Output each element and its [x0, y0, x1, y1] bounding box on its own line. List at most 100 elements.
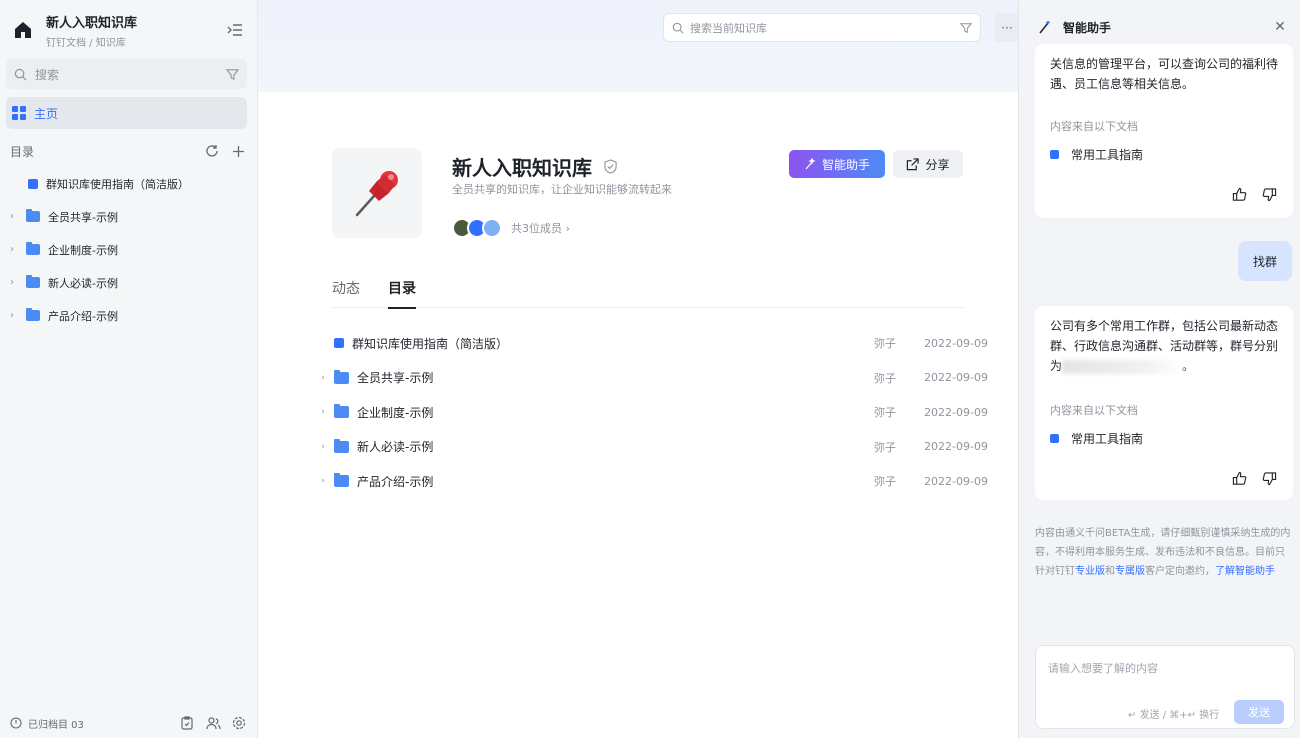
more-button[interactable]: ···: [994, 13, 1020, 42]
share-label: 分享: [925, 157, 950, 172]
thumbs-down-icon[interactable]: [1261, 186, 1277, 202]
settings-icon[interactable]: [231, 715, 247, 731]
doc-icon: [334, 338, 344, 349]
tab-directory[interactable]: 目录: [388, 268, 416, 309]
doc-icon: [1050, 150, 1059, 159]
send-button[interactable]: 发送: [1234, 700, 1284, 724]
refresh-icon[interactable]: [205, 144, 219, 158]
home-icon[interactable]: [12, 19, 34, 41]
message-text: 公司有多个常用工作群，包括公司最新动态群、行政信息沟通群、活动群等，群号分别为。: [1050, 316, 1278, 376]
share-button[interactable]: 分享: [893, 150, 963, 178]
item-owner: 弥子: [874, 440, 896, 454]
folder-icon: [26, 275, 40, 288]
item-date: 2022-09-09: [924, 405, 988, 419]
sidebar-item-home[interactable]: 主页: [6, 97, 247, 129]
kb-search-input[interactable]: 搜索当前知识库: [663, 13, 981, 42]
item-owner: 弥子: [874, 406, 896, 420]
archived-label[interactable]: 已归档目 03: [28, 716, 169, 731]
chevron-right-icon[interactable]: ›: [316, 476, 330, 486]
magic-wand-icon: [805, 158, 816, 170]
chevron-right-icon[interactable]: ›: [10, 310, 20, 321]
kb-description: 全员共享的知识库，让企业知识能够流转起来: [452, 183, 672, 196]
pushpin-icon: [355, 171, 398, 217]
tree-item-folder[interactable]: › 企业制度-示例: [0, 233, 257, 266]
tab-activity[interactable]: 动态: [332, 268, 360, 308]
item-owner: 弥子: [874, 337, 896, 351]
breadcrumb[interactable]: 钉钉文档 / 知识库: [46, 34, 225, 49]
source-doc-link[interactable]: 常用工具指南: [1050, 430, 1278, 447]
source-doc-link[interactable]: 常用工具指南: [1050, 146, 1278, 163]
search-icon: [14, 68, 27, 80]
kb-cover: [332, 148, 422, 238]
source-label: 内容来自以下文档: [1050, 120, 1138, 133]
thumbs-down-icon[interactable]: [1261, 470, 1277, 486]
thumbs-up-icon[interactable]: [1231, 186, 1247, 202]
tree-item-folder[interactable]: › 新人必读-示例: [0, 266, 257, 299]
redacted-blur: [1062, 359, 1183, 374]
add-icon[interactable]: [231, 144, 245, 158]
item-name: 全员共享-示例: [357, 371, 434, 386]
chevron-right-icon[interactable]: ›: [10, 244, 20, 255]
grid-icon: [12, 106, 26, 120]
directory-tree: 群知识库使用指南（简洁版） › 全员共享-示例 › 企业制度-示例 › 新人必读…: [0, 167, 257, 332]
chevron-right-icon[interactable]: ›: [10, 277, 20, 288]
folder-icon: [26, 242, 40, 255]
list-item[interactable]: 群知识库使用指南（简洁版） 弥子 2022-09-09: [316, 326, 988, 361]
sidebar-item-label: 主页: [34, 106, 59, 121]
chevron-right-icon[interactable]: ›: [316, 407, 330, 417]
item-name: 产品介绍-示例: [357, 474, 434, 489]
item-name: 企业制度-示例: [357, 405, 434, 420]
doc-icon: [1050, 434, 1059, 443]
filter-icon[interactable]: [960, 22, 972, 34]
tree-item-folder[interactable]: › 产品介绍-示例: [0, 299, 257, 332]
search-placeholder: 搜索当前知识库: [690, 21, 767, 35]
close-icon[interactable]: ✕: [1272, 19, 1288, 35]
item-date: 2022-09-09: [924, 440, 988, 454]
tree-item-guide[interactable]: 群知识库使用指南（简洁版）: [0, 167, 257, 200]
user-message: 找群: [1238, 241, 1292, 281]
assistant-message: 关信息的管理平台，可以查询公司的福利待遇、员工信息等相关信息。 内容来自以下文档…: [1035, 44, 1293, 218]
collapse-sidebar-icon[interactable]: [225, 20, 245, 40]
sidebar-search-input[interactable]: 搜索: [6, 59, 247, 89]
list-item[interactable]: › 全员共享-示例 弥子 2022-09-09: [316, 361, 988, 396]
avatar: [482, 218, 502, 238]
ai-assistant-button[interactable]: 智能助手: [789, 150, 885, 178]
learn-more-link[interactable]: 了解智能助手: [1215, 566, 1275, 577]
item-date: 2022-09-09: [924, 474, 988, 488]
chat-input[interactable]: 请输入想要了解的内容 ↵ 发送 / ⌘+↵ 换行 发送: [1035, 645, 1295, 729]
chevron-right-icon[interactable]: ›: [10, 211, 20, 222]
kb-name: 新人入职知识库: [452, 152, 618, 181]
list-item[interactable]: › 产品介绍-示例 弥子 2022-09-09: [316, 464, 988, 499]
message-text-part: 。: [1182, 359, 1195, 373]
tree-item-label: 群知识库使用指南（简洁版）: [46, 177, 189, 191]
tree-item-folder[interactable]: › 全员共享-示例: [0, 200, 257, 233]
disclaimer-text: 客户定向邀约，: [1145, 566, 1215, 577]
pro-edition-link[interactable]: 专业版: [1075, 566, 1105, 577]
filter-icon[interactable]: [226, 68, 239, 81]
main-content: 搜索当前知识库 ··· 新人入职知识库 全员共享的知识库，让企业知识能够流转起来…: [258, 0, 1020, 738]
feedback-actions: [1231, 186, 1277, 202]
chevron-right-icon[interactable]: ›: [316, 442, 330, 452]
members-icon[interactable]: [205, 715, 221, 731]
members[interactable]: 共3位成员 ›: [452, 218, 570, 238]
thumbs-up-icon[interactable]: [1231, 470, 1247, 486]
members-count[interactable]: 共3位成员 ›: [511, 220, 570, 236]
folder-icon: [26, 308, 40, 321]
list-item[interactable]: › 企业制度-示例 弥子 2022-09-09: [316, 395, 988, 430]
tree-item-label: 新人必读-示例: [48, 276, 118, 290]
disclaimer: 内容由通义千问BETA生成，请仔细甄别谨慎采纳生成的内容，不得利用本服务生成、发…: [1035, 524, 1293, 581]
disclaimer-text: 和: [1105, 566, 1115, 577]
input-placeholder: 请输入想要了解的内容: [1048, 662, 1158, 675]
chevron-right-icon[interactable]: ›: [316, 373, 330, 383]
tree-item-label: 产品介绍-示例: [48, 309, 118, 323]
assistant-message: 公司有多个常用工作群，包括公司最新动态群、行政信息沟通群、活动群等，群号分别为。…: [1035, 306, 1293, 500]
item-owner: 弥子: [874, 371, 896, 385]
search-placeholder: 搜索: [35, 67, 60, 82]
directory-header: 目录: [0, 141, 257, 161]
sidebar-footer: 已归档目 03: [0, 708, 257, 738]
ai-assistant-label: 智能助手: [821, 157, 870, 172]
clipboard-icon[interactable]: [179, 715, 195, 731]
tree-item-label: 全员共享-示例: [48, 210, 118, 224]
list-item[interactable]: › 新人必读-示例 弥子 2022-09-09: [316, 430, 988, 465]
exclusive-edition-link[interactable]: 专属版: [1115, 566, 1145, 577]
